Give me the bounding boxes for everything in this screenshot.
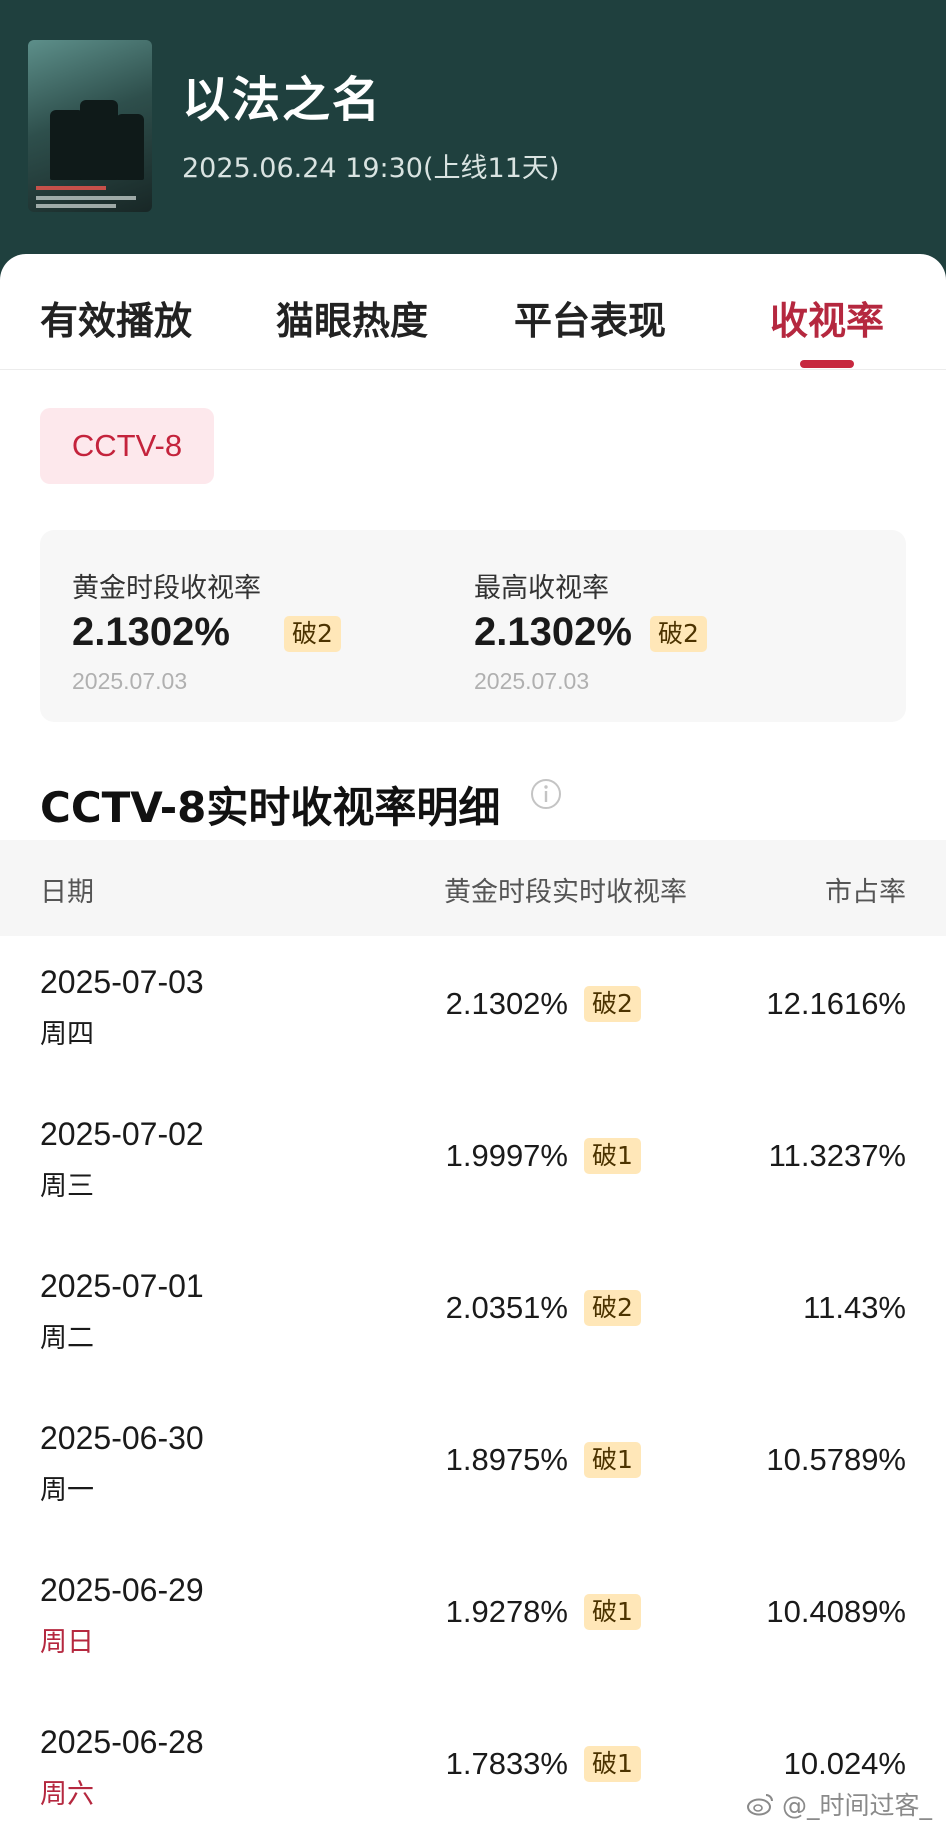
- weibo-logo-icon: [746, 1794, 773, 1816]
- column-header-date: 日期: [40, 877, 94, 908]
- stat-value: 2.1302%: [474, 610, 632, 654]
- row-weekday: 周三: [40, 1171, 94, 1202]
- stat-value: 2.1302%: [72, 610, 230, 654]
- show-header: 以法之名 2025.06.24 19:30(上线11天): [0, 0, 946, 260]
- active-tab-indicator: [800, 360, 854, 368]
- row-date: 2025-06-28: [40, 1724, 204, 1760]
- show-title: 以法之名: [182, 72, 383, 128]
- row-rating: 1.9278%: [445, 1594, 568, 1629]
- poster-banner: [36, 186, 106, 190]
- row-market-share: 12.1616%: [766, 986, 906, 1021]
- rating-badge: 破2: [650, 616, 707, 652]
- table-row: 2025-07-02 周三 1.9997% 破1 11.3237%: [0, 1088, 946, 1240]
- info-icon[interactable]: [530, 778, 562, 810]
- poster-art: [36, 54, 96, 76]
- tab-effective-plays[interactable]: 有效播放: [40, 290, 192, 345]
- column-header-share: 市占率: [825, 877, 906, 908]
- poster-banner: [36, 196, 136, 200]
- show-poster-image[interactable]: [28, 40, 152, 212]
- row-date: 2025-07-03: [40, 964, 204, 1000]
- row-date: 2025-06-30: [40, 1420, 204, 1456]
- row-market-share: 10.5789%: [766, 1442, 906, 1477]
- table-header: 日期 黄金时段实时收视率 市占率: [0, 840, 946, 936]
- watermark: @_时间过客_: [746, 1786, 932, 1822]
- row-rating: 2.0351%: [445, 1290, 568, 1325]
- stat-label: 黄金时段收视率: [72, 573, 261, 604]
- ratings-card: 有效播放 猫眼热度 平台表现 收视率 CCTV-8 黄金时段收视率 2.1302…: [0, 254, 946, 1828]
- table-row: 2025-06-30 周一 1.8975% 破1 10.5789%: [0, 1392, 946, 1544]
- rating-badge: 破1: [584, 1746, 641, 1782]
- column-header-rating: 黄金时段实时收视率: [444, 877, 687, 908]
- table-row: 2025-07-03 周四 2.1302% 破2 12.1616%: [0, 936, 946, 1088]
- tab-platform-performance[interactable]: 平台表现: [514, 290, 666, 345]
- table-row: 2025-07-01 周二 2.0351% 破2 11.43%: [0, 1240, 946, 1392]
- ratings-summary: 黄金时段收视率 2.1302% 破2 2025.07.03 最高收视率 2.13…: [40, 530, 906, 722]
- stat-label: 最高收视率: [474, 573, 609, 604]
- row-market-share: 11.3237%: [768, 1138, 906, 1173]
- watermark-text: @_时间过客_: [781, 1791, 932, 1820]
- rating-badge: 破1: [584, 1594, 641, 1630]
- row-market-share: 10.4089%: [766, 1594, 906, 1629]
- rating-badge: 破2: [584, 1290, 641, 1326]
- tab-ratings[interactable]: 收视率: [770, 290, 884, 345]
- tab-bar: 有效播放 猫眼热度 平台表现 收视率: [0, 254, 946, 370]
- row-weekday: 周一: [40, 1475, 94, 1506]
- poster-figure: [80, 100, 118, 180]
- rating-badge: 破1: [584, 1442, 641, 1478]
- row-weekday: 周六: [40, 1779, 94, 1810]
- row-date: 2025-06-29: [40, 1572, 204, 1608]
- row-rating: 2.1302%: [445, 986, 568, 1021]
- section-title: CCTV-8实时收视率明细: [40, 783, 501, 832]
- rating-badge: 破2: [584, 986, 641, 1022]
- row-weekday: 周二: [40, 1323, 94, 1354]
- tab-maoyan-heat[interactable]: 猫眼热度: [276, 290, 428, 345]
- row-market-share: 11.43%: [803, 1290, 906, 1325]
- poster-figure: [50, 110, 84, 180]
- table-row: 2025-06-29 周日 1.9278% 破1 10.4089%: [0, 1544, 946, 1696]
- row-rating: 1.8975%: [445, 1442, 568, 1477]
- row-rating: 1.9997%: [445, 1138, 568, 1173]
- rating-badge: 破1: [584, 1138, 641, 1174]
- poster-banner: [36, 204, 116, 208]
- row-weekday: 周日: [40, 1627, 94, 1658]
- row-rating: 1.7833%: [445, 1746, 568, 1781]
- stat-date: 2025.07.03: [72, 668, 188, 694]
- row-weekday: 周四: [40, 1019, 94, 1050]
- row-market-share: 10.024%: [783, 1746, 906, 1781]
- stat-date: 2025.07.03: [474, 668, 590, 694]
- row-date: 2025-07-02: [40, 1116, 204, 1152]
- channel-chip-cctv8[interactable]: CCTV-8: [40, 408, 214, 484]
- rating-badge: 破2: [284, 616, 341, 652]
- show-release-info: 2025.06.24 19:30(上线11天): [182, 153, 560, 184]
- poster-figure: [116, 114, 144, 180]
- row-date: 2025-07-01: [40, 1268, 204, 1304]
